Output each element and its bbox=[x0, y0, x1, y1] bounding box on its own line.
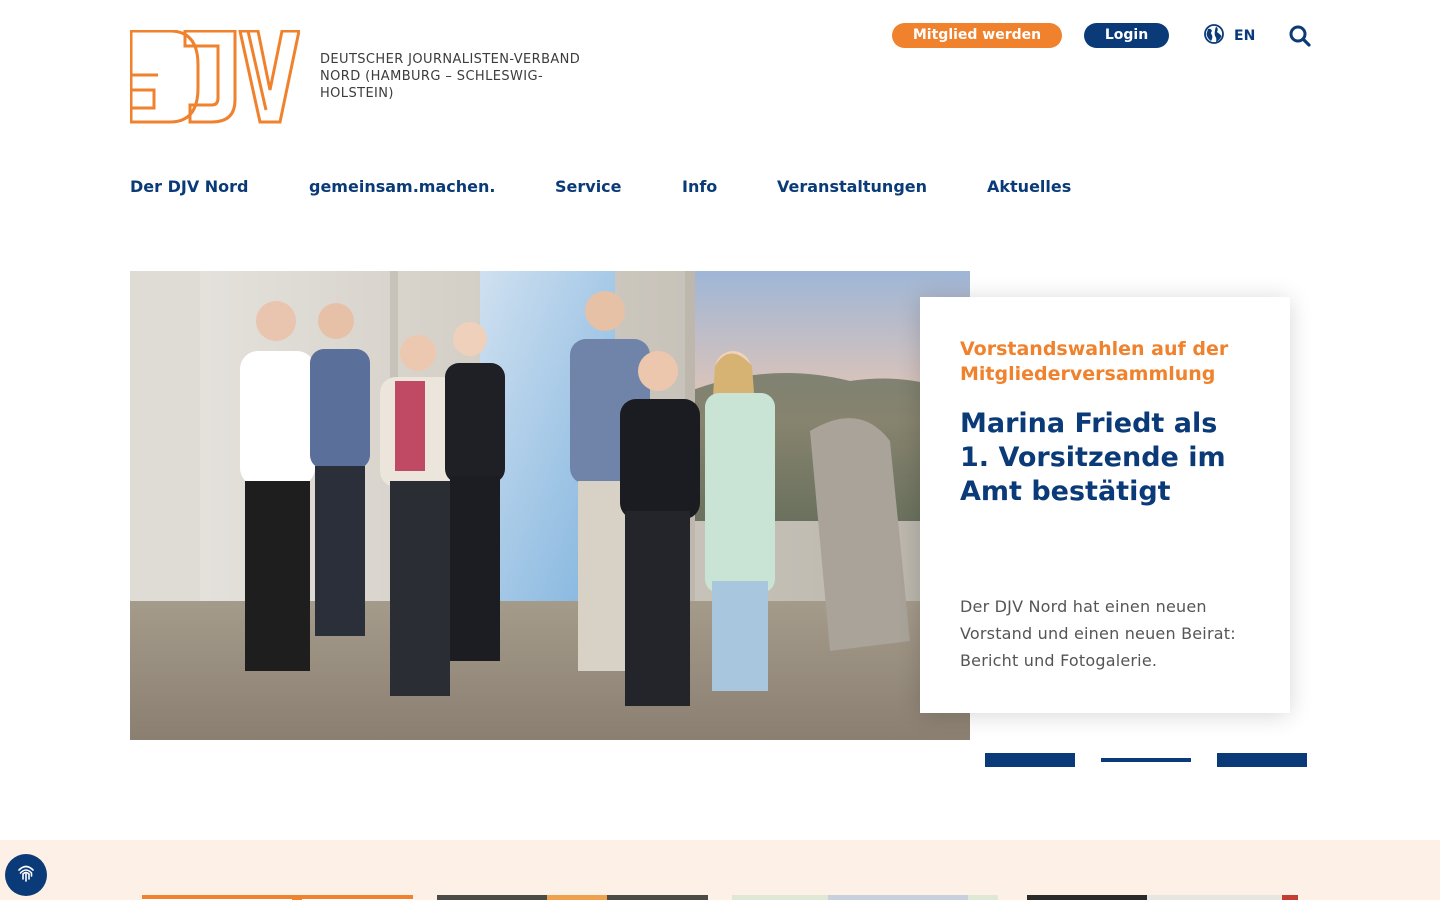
nav-item-info[interactable]: Info bbox=[682, 177, 717, 196]
hero-image[interactable] bbox=[130, 271, 970, 740]
teaser-kicker: Vorstandswahlen auf der Mitgliederversam… bbox=[960, 338, 1229, 385]
tile-image-1[interactable] bbox=[142, 890, 413, 900]
nav-item-aktuelles[interactable]: Aktuelles bbox=[987, 177, 1071, 196]
slider-dot-2[interactable] bbox=[1101, 758, 1191, 762]
org-name: Deutscher Journalisten-Verband Nord (Ham… bbox=[320, 52, 581, 101]
nav-item-gemeinsam-machen[interactable]: gemeinsam.machen. bbox=[309, 177, 495, 196]
language-label: EN bbox=[1234, 28, 1256, 44]
tile-image-2[interactable] bbox=[437, 890, 708, 900]
search-button[interactable] bbox=[1289, 25, 1311, 47]
tile-image-4[interactable] bbox=[1027, 890, 1298, 900]
search-icon bbox=[1289, 25, 1311, 51]
tile-image-3[interactable] bbox=[732, 890, 998, 900]
teaser-title[interactable]: Marina Friedt als 1. Vorsitzende im Amt … bbox=[960, 407, 1250, 509]
become-member-button[interactable]: Mitglied werden bbox=[892, 23, 1062, 48]
teaser-text: Der DJV Nord hat einen neuen Vorstand un… bbox=[960, 597, 1236, 670]
login-button[interactable]: Login bbox=[1084, 23, 1169, 48]
fingerprint-icon bbox=[14, 861, 38, 889]
nav-item-der-djv-nord[interactable]: Der DJV Nord bbox=[130, 177, 249, 196]
globe-icon bbox=[1204, 24, 1224, 48]
hero-teaser-card[interactable]: Vorstandswahlen auf der Mitgliederversam… bbox=[920, 297, 1290, 713]
nav-item-veranstaltungen[interactable]: Veranstaltungen bbox=[777, 177, 927, 196]
slider-dot-1[interactable] bbox=[985, 753, 1075, 767]
slider-dot-3[interactable] bbox=[1217, 753, 1307, 767]
language-switch[interactable]: EN bbox=[1204, 24, 1256, 48]
consent-settings-button[interactable] bbox=[5, 854, 47, 896]
djv-logo[interactable] bbox=[129, 29, 301, 124]
nav-item-service[interactable]: Service bbox=[555, 177, 622, 196]
